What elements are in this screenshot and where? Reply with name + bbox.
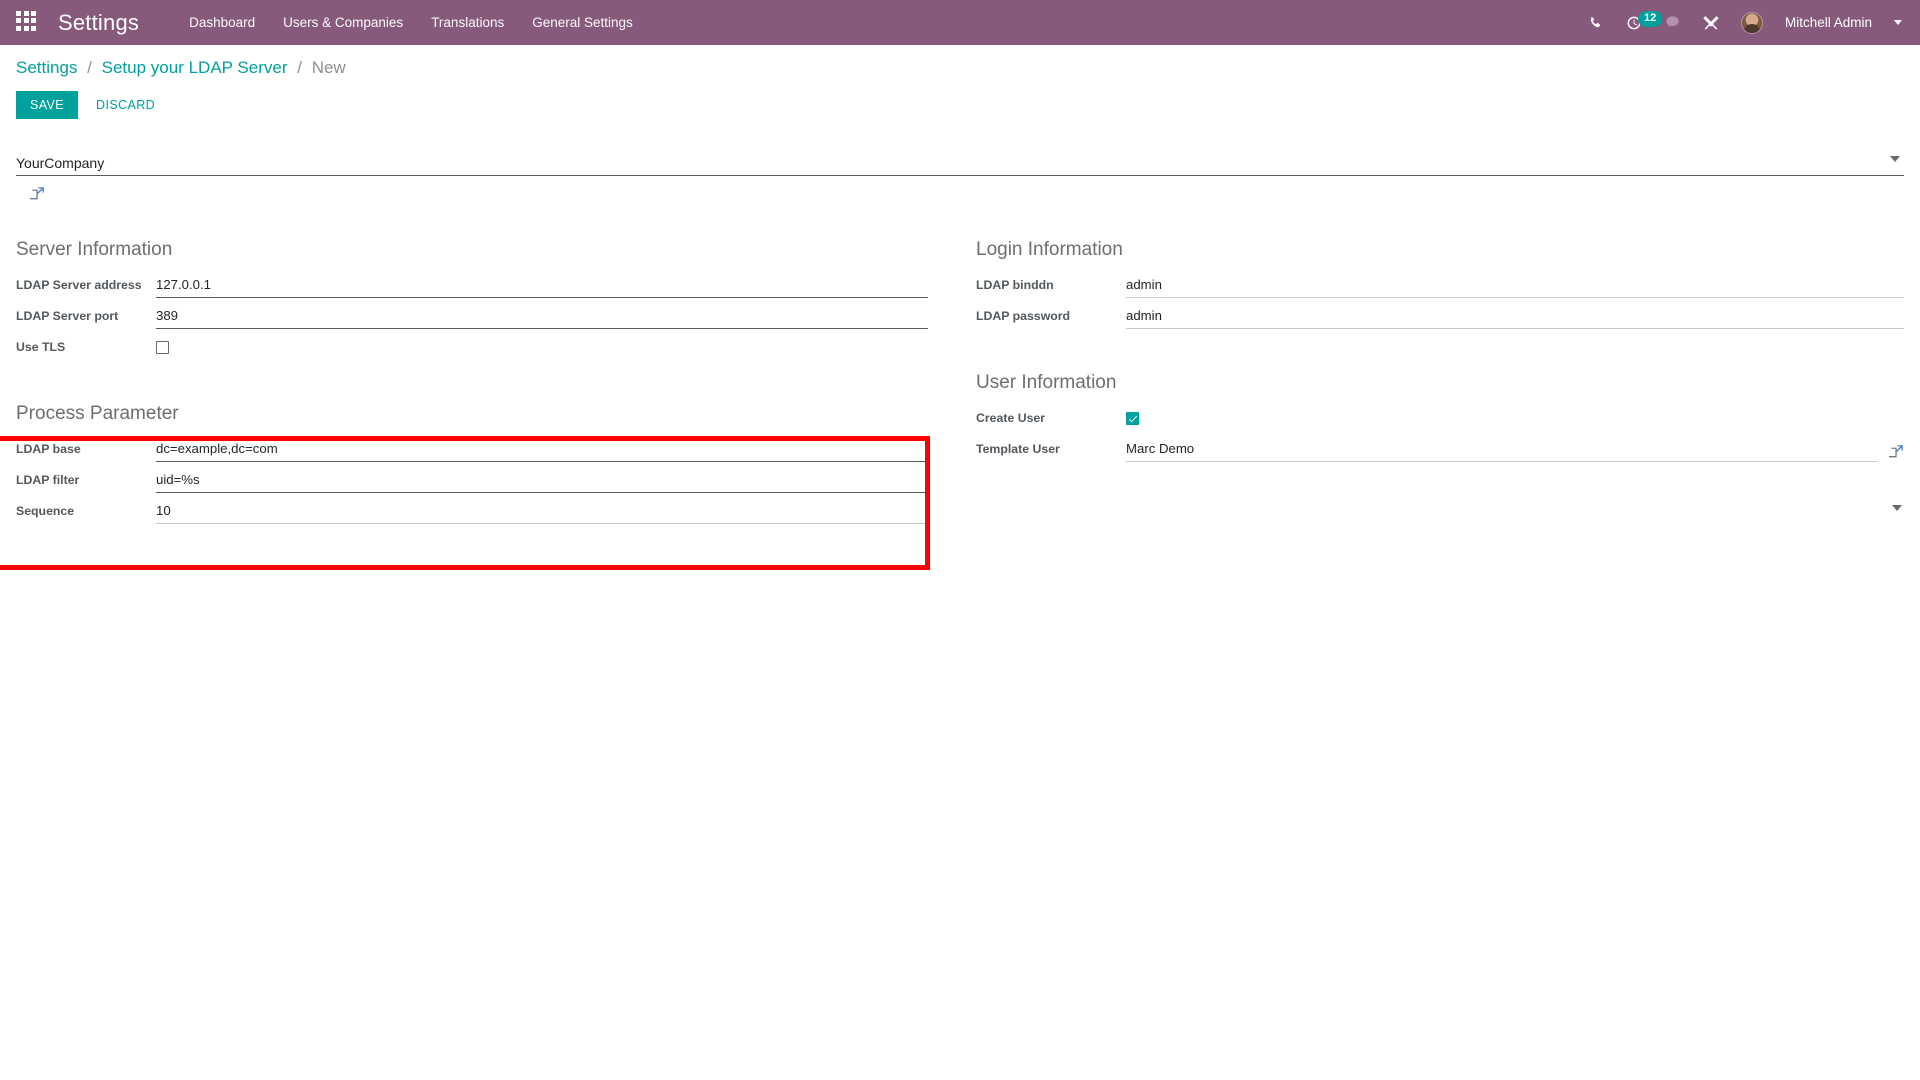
group-title-process-parameter: Process Parameter xyxy=(16,403,179,424)
field-ldap-base: LDAP base dc=example,dc=com xyxy=(16,436,928,462)
app-title: Settings xyxy=(58,9,140,35)
field-ldap-binddn: LDAP binddn admin xyxy=(976,272,1904,298)
external-link-icon[interactable] xyxy=(27,186,45,201)
field-label: LDAP Server address xyxy=(16,278,142,292)
user-avatar[interactable] xyxy=(1740,11,1763,34)
group-user-information: User Information Create User Template Us… xyxy=(976,371,1904,511)
save-button[interactable]: SAVE xyxy=(16,91,79,119)
field-label: Create User xyxy=(976,411,1046,425)
apps-grid-icon[interactable] xyxy=(16,10,40,35)
breadcrumb-item-new: New xyxy=(311,58,346,77)
field-template-user: Template User Marc Demo xyxy=(976,436,1904,511)
field-sequence: Sequence 10 xyxy=(16,498,928,524)
group-title-server-information: Server Information xyxy=(16,239,173,260)
field-create-user: Create User xyxy=(976,405,1904,431)
discard-button[interactable]: DISCARD xyxy=(86,91,165,119)
form-sheet: Server Information LDAP Server address 1… xyxy=(0,119,1920,570)
field-label: LDAP Server port xyxy=(16,309,119,323)
chevron-down-icon[interactable] xyxy=(1892,499,1902,517)
group-login-information: Login Information LDAP binddn admin LDAP… xyxy=(976,238,1904,329)
field-label: LDAP base xyxy=(16,442,81,456)
field-label: LDAP binddn xyxy=(976,278,1054,292)
field-input[interactable]: admin xyxy=(1126,304,1904,329)
field-input[interactable]: dc=example,dc=com xyxy=(156,437,928,462)
menu-item-dashboard[interactable]: Dashboard xyxy=(187,11,257,34)
left-column: Server Information LDAP Server address 1… xyxy=(16,238,960,524)
form-columns: Server Information LDAP Server address 1… xyxy=(16,238,1904,524)
field-input[interactable]: 389 xyxy=(156,304,928,329)
group-server-information: Server Information LDAP Server address 1… xyxy=(16,238,928,360)
debug-tools-icon[interactable] xyxy=(1703,15,1719,31)
breadcrumb-separator: / xyxy=(297,58,302,77)
field-input[interactable]: uid=%s xyxy=(156,468,928,493)
field-ldap-server-address: LDAP Server address 127.0.0.1 xyxy=(16,272,928,298)
user-menu-label[interactable]: Mitchell Admin xyxy=(1785,15,1872,30)
chevron-down-icon[interactable] xyxy=(1894,20,1902,25)
field-checkbox-wrapper xyxy=(1126,407,1904,431)
breadcrumb-separator: / xyxy=(87,58,92,77)
field-input[interactable]: 10 xyxy=(156,499,928,524)
create-user-checkbox[interactable] xyxy=(1126,412,1139,425)
record-actions: SAVE DISCARD xyxy=(0,79,1920,119)
field-ldap-filter: LDAP filter uid=%s xyxy=(16,467,928,493)
field-input[interactable]: 127.0.0.1 xyxy=(156,273,928,298)
group-process-parameter: Process Parameter LDAP base dc=example,d… xyxy=(16,402,928,524)
field-checkbox-wrapper xyxy=(156,336,928,360)
phone-icon[interactable] xyxy=(1588,15,1604,31)
field-ldap-password: LDAP password admin xyxy=(976,303,1904,329)
company-input[interactable] xyxy=(16,153,1904,176)
control-panel: Settings / Setup your LDAP Server / New … xyxy=(0,45,1920,119)
company-external-link-row xyxy=(16,180,1904,206)
field-input[interactable]: admin xyxy=(1126,273,1904,298)
messages-icon[interactable] xyxy=(1664,14,1681,31)
top-navbar: Settings Dashboard Users & Companies Tra… xyxy=(0,0,1920,45)
breadcrumb-item-settings[interactable]: Settings xyxy=(16,58,77,77)
menu-item-users-companies[interactable]: Users & Companies xyxy=(281,11,405,34)
field-label: LDAP password xyxy=(976,309,1071,323)
field-label: LDAP filter xyxy=(16,473,80,487)
field-ldap-server-port: LDAP Server port 389 xyxy=(16,303,928,329)
group-title-user-information: User Information xyxy=(976,372,1117,393)
navbar-right-tools: 12 Mitchell Admin xyxy=(1588,10,1902,34)
menu-item-general-settings[interactable]: General Settings xyxy=(530,11,635,34)
company-field-row xyxy=(16,153,1904,176)
main-menu: Dashboard Users & Companies Translations… xyxy=(187,11,635,34)
template-user-select[interactable]: Marc Demo xyxy=(1126,437,1877,462)
group-title-login-information: Login Information xyxy=(976,239,1123,260)
breadcrumb-item-ldap-server[interactable]: Setup your LDAP Server xyxy=(102,58,288,77)
field-label: Sequence xyxy=(16,504,75,518)
activity-clock-icon[interactable]: 12 xyxy=(1626,10,1663,31)
menu-item-translations[interactable]: Translations xyxy=(429,11,506,34)
right-column: Login Information LDAP binddn admin LDAP… xyxy=(960,238,1904,524)
field-label: Use TLS xyxy=(16,340,66,354)
field-use-tls: Use TLS xyxy=(16,334,928,360)
field-label: Template User xyxy=(976,442,1060,456)
template-user-select-wrapper: Marc Demo xyxy=(1126,437,1904,511)
use-tls-checkbox[interactable] xyxy=(156,341,169,354)
activity-count-badge: 12 xyxy=(1637,10,1663,27)
internal-link-icon[interactable] xyxy=(1886,444,1904,462)
breadcrumb: Settings / Setup your LDAP Server / New xyxy=(0,57,1920,79)
